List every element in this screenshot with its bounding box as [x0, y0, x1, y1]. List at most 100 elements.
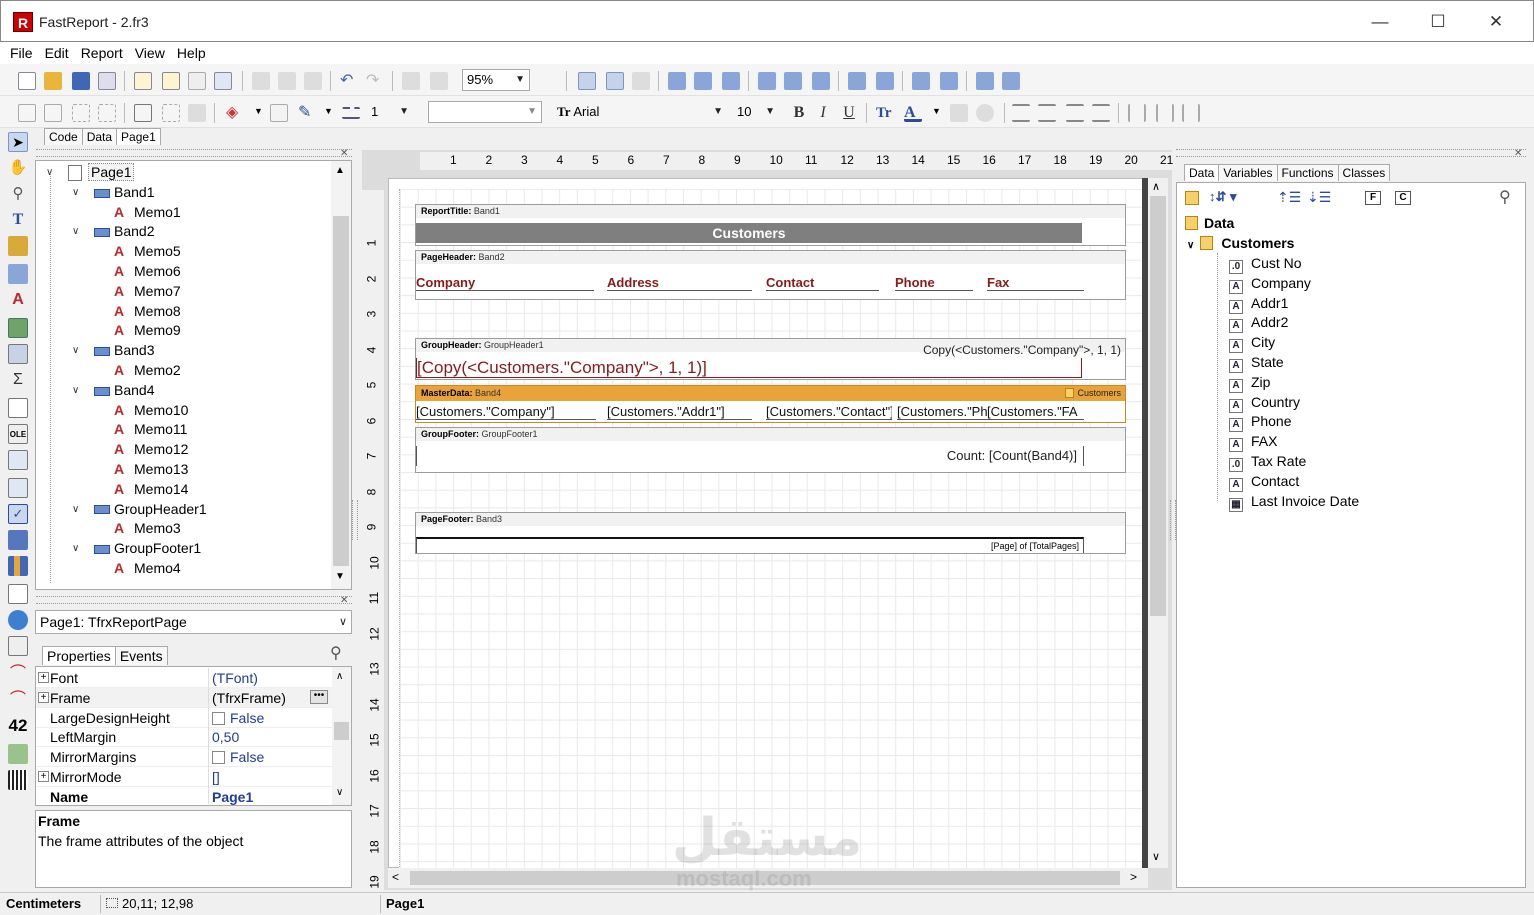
map-tool-icon[interactable]	[8, 610, 28, 630]
data-field-cust-no[interactable]: .0 Cust No	[1229, 253, 1302, 274]
tree-node-page1[interactable]: ∨ Page1	[46, 163, 135, 182]
barcode-tool-icon[interactable]	[8, 770, 28, 790]
tree-scrollbar[interactable]: ▲ ▼	[331, 161, 351, 589]
prop-scroll-up-icon[interactable]: ∧	[336, 671, 343, 682]
data-field-city[interactable]: A City	[1229, 332, 1275, 354]
font-settings-icon[interactable]: Tr	[876, 104, 894, 122]
sort-icon[interactable]: ↕⇵ ▾	[1209, 189, 1237, 205]
fill-color-icon[interactable]: ◈	[226, 104, 244, 122]
tree-panel-close-icon[interactable]: ✕	[340, 148, 348, 159]
menu-view[interactable]: View	[129, 43, 171, 63]
design-scroll-up-icon[interactable]: ∧	[1152, 180, 1160, 193]
expand-plus-icon[interactable]: +	[38, 771, 49, 782]
data-field-contact[interactable]: A Contact	[1229, 471, 1299, 492]
data-field-company[interactable]: A Company	[1229, 273, 1311, 294]
property-row-frame[interactable]: + Frame (TfrxFrame)	[36, 687, 332, 708]
underline-icon[interactable]: U	[840, 104, 858, 122]
text-align-top-icon[interactable]	[1128, 104, 1146, 122]
property-scrollbar[interactable]: ∧ ∨	[332, 667, 351, 805]
style-combo[interactable]: ▼	[428, 101, 542, 123]
tab-functions[interactable]: Functions	[1276, 164, 1339, 181]
align-left-icon[interactable]	[668, 72, 686, 90]
expand-toggle-icon[interactable]: ∨	[72, 222, 79, 241]
prop-scroll-thumb[interactable]	[334, 722, 349, 740]
data-phone-memo[interactable]: [Customers."Ph	[897, 404, 987, 420]
data-search-icon[interactable]: ⚲	[1499, 187, 1511, 207]
select-tool-icon[interactable]: ➤	[8, 132, 28, 152]
tree-node-groupheader1[interactable]: ∨ GroupHeader1	[72, 500, 207, 519]
font-name-combo[interactable]: Tr Arial ▼	[552, 101, 728, 123]
property-row-mirrormode[interactable]: + MirrorMode []	[36, 767, 332, 787]
tab-page1[interactable]: Page1	[116, 128, 161, 145]
undo-icon[interactable]: ↶	[340, 72, 358, 90]
copy-icon[interactable]	[278, 72, 296, 90]
data-field-addr1[interactable]: A Addr1	[1229, 293, 1288, 314]
design-scroll-right-icon[interactable]: >	[1130, 870, 1137, 884]
tree-node-memo8[interactable]: A Memo8	[114, 302, 181, 321]
fill-style-icon[interactable]	[270, 104, 288, 122]
tab-variables[interactable]: Variables	[1218, 164, 1278, 181]
tree-node-memo12[interactable]: A Memo12	[114, 440, 188, 459]
italic-icon[interactable]: I	[814, 104, 832, 122]
frame-style-icon[interactable]	[342, 107, 360, 119]
data-panel-grip[interactable]	[1176, 149, 1526, 157]
paste-icon[interactable]	[304, 72, 322, 90]
system-text-tool-icon[interactable]	[8, 398, 28, 418]
tree-node-memo6[interactable]: A Memo6	[114, 262, 181, 281]
frame-color-dropdown-icon[interactable]: ▼	[324, 106, 333, 116]
tree-node-band1[interactable]: ∨ Band1	[72, 183, 154, 202]
property-value[interactable]: 0,50	[212, 727, 239, 747]
title-memo[interactable]: Customers	[416, 223, 1082, 243]
sort-desc-icon[interactable]: ⇣☰	[1307, 189, 1331, 206]
zoom-combo[interactable]: 95% ▼	[462, 69, 530, 91]
new-report-icon[interactable]	[18, 72, 36, 90]
design-scroll-down-icon[interactable]: ∨	[1152, 850, 1160, 863]
page-number-memo[interactable]: [Page] of [TotalPages]	[416, 537, 1084, 553]
data-field-country[interactable]: A Country	[1229, 392, 1300, 413]
data-field-fax[interactable]: A FAX	[1229, 431, 1277, 453]
tree-node-band2[interactable]: ∨ Band2	[72, 222, 154, 241]
tree-node-memo10[interactable]: A Memo10	[114, 401, 188, 420]
property-value[interactable]: False	[212, 708, 264, 728]
collapse-toggle-icon[interactable]: ∨	[1187, 240, 1194, 251]
cut-icon[interactable]	[252, 72, 270, 90]
property-row-mirrormargins[interactable]: MirrorMargins False	[36, 747, 332, 768]
tree-node-memo7[interactable]: A Memo7	[114, 282, 181, 301]
tree-node-memo4[interactable]: A Memo4	[114, 559, 181, 578]
preview-icon[interactable]	[98, 72, 116, 90]
frame-bottom-icon[interactable]	[44, 104, 62, 122]
minimize-button[interactable]: —	[1357, 7, 1403, 37]
delete-page-icon[interactable]	[188, 72, 206, 90]
fill-color-dropdown-icon[interactable]: ▼	[254, 106, 263, 116]
rotate-icon[interactable]	[976, 104, 994, 122]
header-address-memo[interactable]: Address	[607, 275, 752, 291]
bold-icon[interactable]: B	[790, 104, 808, 122]
digital-gauge-tool-icon[interactable]: 42	[8, 716, 28, 736]
data-addr1-memo[interactable]: [Customers."Addr1"]	[607, 404, 752, 420]
show-grid-icon[interactable]	[578, 72, 596, 90]
header-contact-memo[interactable]: Contact	[766, 275, 879, 291]
tree-scroll-thumb[interactable]	[333, 216, 349, 566]
group-icon[interactable]	[402, 72, 420, 90]
memo-tool-icon[interactable]: A	[8, 290, 28, 310]
frame-left-icon[interactable]	[72, 104, 90, 122]
expand-toggle-icon[interactable]: ∨	[72, 381, 79, 400]
data-field-last-invoice-date[interactable]: ▦ Last Invoice Date	[1229, 491, 1359, 512]
align-right-icon[interactable]	[722, 72, 740, 90]
gauge-tool-icon[interactable]: ⌒	[8, 664, 28, 684]
group-header-band[interactable]: GroupHeader: GroupHeader1 Copy(<Customer…	[415, 338, 1126, 380]
align-center-icon[interactable]	[694, 72, 712, 90]
open-icon[interactable]	[44, 72, 62, 90]
header-company-memo[interactable]: Company	[416, 275, 594, 291]
hand-tool-icon[interactable]: ✋	[8, 158, 28, 178]
expand-plus-icon[interactable]: +	[38, 691, 49, 703]
property-value[interactable]: Page1	[212, 787, 253, 807]
same-height-icon[interactable]	[1002, 72, 1020, 90]
new-dialog-icon[interactable]	[162, 72, 180, 90]
page-settings-icon[interactable]	[214, 72, 232, 90]
tree-node-memo11[interactable]: A Memo11	[114, 420, 187, 439]
diagram-tool-icon[interactable]	[8, 744, 28, 764]
property-row-largedesignheight[interactable]: LargeDesignHeight False	[36, 708, 332, 728]
align-top-icon[interactable]	[758, 72, 776, 90]
same-width-icon[interactable]	[976, 72, 994, 90]
